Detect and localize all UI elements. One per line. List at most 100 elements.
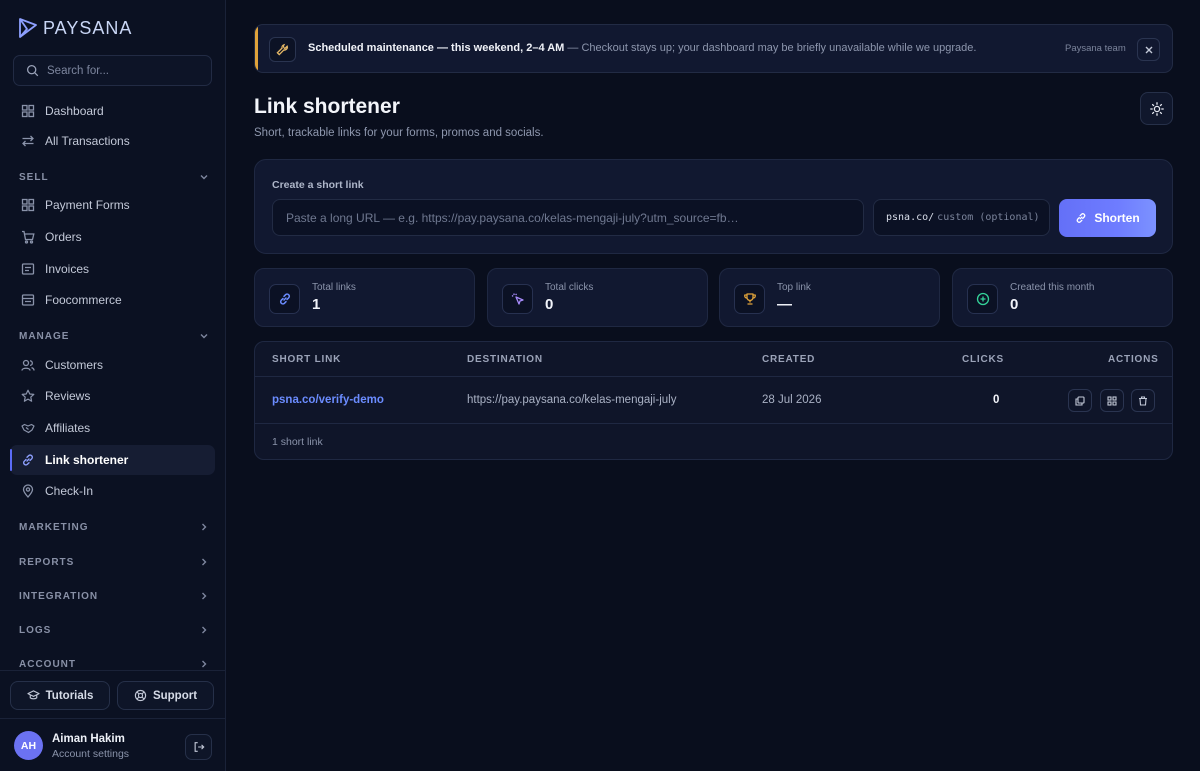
sidebar-item-customers[interactable]: Customers [10, 350, 215, 380]
sidebar-item-label: Customers [45, 358, 104, 372]
chevron-right-icon [202, 558, 207, 566]
click-count: 0 [993, 394, 1000, 406]
column-header: SHORT LINK [272, 354, 342, 365]
section-reports[interactable]: REPORTS [19, 554, 209, 570]
section-integration[interactable]: INTEGRATION [19, 588, 209, 604]
section-sell[interactable]: SELL [19, 169, 209, 185]
user-name: Aiman Hakim [52, 733, 125, 745]
search-icon [26, 64, 39, 77]
column-header: ACTIONS [1108, 354, 1159, 365]
page-title: Link shortener [254, 95, 400, 118]
sidebar-item-label: Link shortener [45, 453, 129, 467]
sidebar-item-all-transactions[interactable]: All Transactions [10, 126, 215, 156]
table-footer-count: 1 short link [272, 436, 323, 448]
sidebar-item-label: Check-In [45, 484, 94, 498]
chevron-right-icon [202, 523, 207, 531]
link-icon [1077, 213, 1086, 223]
stat-total-links: Total links 1 [254, 268, 475, 327]
theme-toggle-button[interactable] [1140, 92, 1173, 125]
stat-label: Created this month [1010, 282, 1095, 293]
swap-icon [22, 135, 34, 147]
sidebar: PAYSANA Search for... Dashboard All Tran… [0, 0, 226, 771]
sidebar-item-dashboard[interactable]: Dashboard [10, 96, 215, 126]
avatar[interactable]: AH [14, 731, 43, 760]
sidebar-item-label: Invoices [45, 262, 90, 276]
account-settings-link[interactable]: Account settings [52, 748, 129, 760]
copy-button[interactable] [1068, 389, 1092, 412]
column-header: CREATED [762, 354, 816, 365]
long-url-input[interactable]: Paste a long URL — e.g. https://pay.pays… [272, 199, 864, 236]
paysana-logo-icon [19, 18, 37, 38]
users-icon [21, 359, 35, 371]
brand-logo[interactable]: PAYSANA [17, 16, 132, 40]
sidebar-item-affiliates[interactable]: Affiliates [10, 413, 215, 443]
handshake-icon [21, 423, 35, 434]
chevron-down-icon [200, 175, 208, 180]
sidebar-item-label: Dashboard [45, 104, 104, 118]
stat-value: — [777, 296, 792, 313]
created-date: 28 Jul 2026 [762, 394, 822, 406]
short-link[interactable]: psna.co/verify-demo [272, 394, 384, 406]
delete-button[interactable] [1131, 389, 1155, 412]
chevron-right-icon [202, 592, 207, 600]
stat-icon-box [269, 284, 300, 314]
logout-button[interactable] [185, 734, 212, 760]
section-label: REPORTS [19, 556, 75, 568]
destination-url: https://pay.paysana.co/kelas-mengaji-jul… [467, 394, 677, 406]
logout-icon [194, 742, 205, 752]
plus-circle-icon [976, 292, 989, 306]
invoice-icon [21, 263, 35, 275]
links-table: SHORT LINK DESTINATION CREATED CLICKS AC… [254, 341, 1173, 460]
sidebar-item-label: Affiliates [45, 421, 91, 435]
chevron-right-icon [202, 626, 207, 634]
sidebar-item-payment-forms[interactable]: Payment Forms [10, 190, 215, 220]
close-icon [1145, 46, 1152, 53]
section-manage[interactable]: MANAGE [19, 328, 209, 344]
section-logs[interactable]: LOGS [19, 622, 209, 638]
custom-slug-input[interactable]: psna.co/ custom (optional) [873, 199, 1050, 236]
section-label: MANAGE [19, 330, 70, 342]
section-marketing[interactable]: MARKETING [19, 519, 209, 535]
sidebar-item-check-in[interactable]: Check-In [10, 476, 215, 506]
sidebar-item-label: Orders [45, 230, 82, 244]
copy-icon [1075, 395, 1085, 406]
sidebar-item-label: All Transactions [45, 134, 130, 148]
sidebar-item-invoices[interactable]: Invoices [10, 254, 215, 284]
grid-icon [21, 198, 35, 212]
banner-signature: Paysana team [1065, 43, 1126, 54]
section-label: SELL [19, 171, 49, 183]
banner-title: Scheduled maintenance — this weekend, 2–… [308, 42, 565, 54]
slug-prefix: psna.co/ [886, 212, 935, 223]
stat-icon-box [502, 284, 533, 314]
support-button[interactable]: Support [117, 681, 214, 710]
graduation-cap-icon [27, 690, 40, 700]
link-icon [23, 454, 33, 466]
stat-label: Top link [777, 282, 811, 293]
tutorials-button[interactable]: Tutorials [10, 681, 110, 710]
qr-code-icon [1107, 395, 1117, 406]
sidebar-item-orders[interactable]: Orders [10, 222, 215, 252]
cart-icon [22, 230, 35, 244]
shorten-button[interactable]: Shorten [1059, 199, 1156, 237]
stat-value: 1 [312, 296, 321, 313]
sidebar-item-link-shortener[interactable]: Link shortener [10, 445, 215, 475]
column-header: CLICKS [962, 354, 1005, 365]
stat-icon-box [734, 284, 765, 314]
pin-icon [22, 484, 34, 498]
support-label: Support [152, 689, 198, 702]
lifebuoy-icon [134, 689, 147, 702]
sidebar-item-foocommerce[interactable]: Foocommerce [10, 285, 215, 315]
banner-close-button[interactable] [1137, 38, 1160, 61]
sidebar-item-reviews[interactable]: Reviews [10, 381, 215, 411]
banner-icon-box [269, 37, 296, 62]
banner-detail: — Checkout stays up; your dashboard may … [567, 42, 977, 54]
stat-total-clicks: Total clicks 0 [487, 268, 708, 327]
user-account[interactable]: AH Aiman Hakim Account settings [0, 718, 226, 771]
column-header: DESTINATION [467, 354, 543, 365]
shorten-label: Shorten [1094, 211, 1140, 225]
section-label: INTEGRATION [19, 590, 99, 602]
chevron-right-icon [202, 660, 207, 668]
qr-code-button[interactable] [1100, 389, 1124, 412]
section-label: ACCOUNT [19, 658, 76, 670]
search-input[interactable]: Search for... [13, 55, 212, 86]
